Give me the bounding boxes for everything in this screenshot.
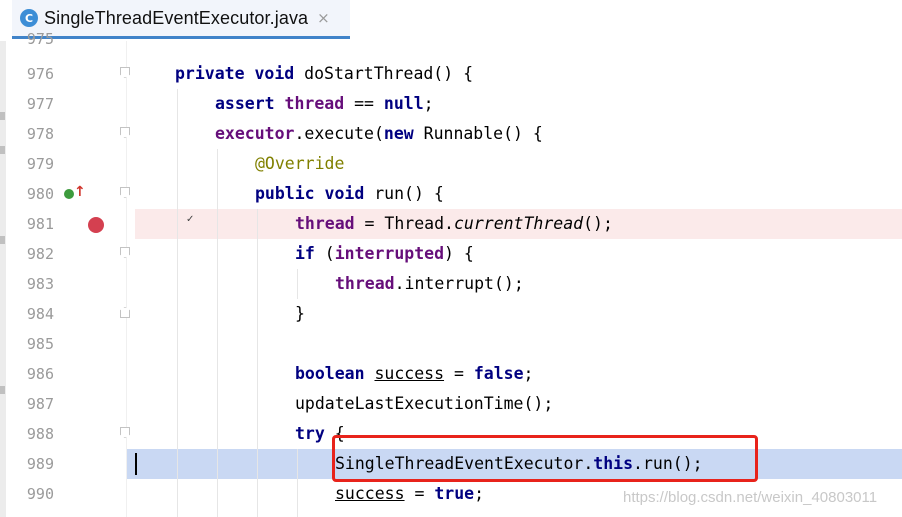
code-line-981: 981 ✓ thread = Thread.currentThread(); bbox=[0, 209, 902, 239]
line-number: 983 bbox=[26, 275, 54, 293]
fold-marker-icon[interactable] bbox=[120, 67, 130, 78]
breakpoint-icon[interactable]: ✓ bbox=[88, 214, 194, 233]
line-number: 977 bbox=[26, 95, 54, 113]
code-line-977: 977 assert thread == null; bbox=[0, 89, 902, 119]
fold-marker-icon[interactable] bbox=[120, 307, 130, 318]
line-number: 990 bbox=[26, 485, 54, 503]
watermark-text: https://blog.csdn.net/weixin_40803011 bbox=[623, 489, 878, 506]
line-number: 976 bbox=[26, 65, 54, 83]
line-number: 988 bbox=[26, 425, 54, 443]
line-number: 987 bbox=[26, 395, 54, 413]
code-text: updateLastExecutionTime(); bbox=[295, 394, 554, 413]
code-text: public void run() { bbox=[255, 184, 444, 203]
fold-marker-icon[interactable] bbox=[120, 187, 130, 198]
line-number: 975 bbox=[26, 33, 54, 45]
code-line-982: 982 if (interrupted) { bbox=[0, 239, 902, 269]
code-text: assert thread == null; bbox=[215, 94, 434, 113]
code-line-983: 983 thread.interrupt(); bbox=[0, 269, 902, 299]
line-number: 981 bbox=[26, 215, 54, 233]
line-number: 989 bbox=[26, 455, 54, 473]
code-text: private void doStartThread() { bbox=[175, 64, 474, 83]
code-text: @Override bbox=[255, 154, 345, 173]
fold-marker-icon[interactable] bbox=[120, 247, 130, 258]
code-line-986: 986 boolean success = false; bbox=[0, 359, 902, 389]
line-number: 985 bbox=[26, 335, 54, 353]
code-line-978: 978 executor.execute(new Runnable() { bbox=[0, 119, 902, 149]
code-text: if (interrupted) { bbox=[295, 244, 474, 263]
close-icon[interactable]: × bbox=[317, 9, 330, 27]
code-line-985: 985 bbox=[0, 329, 902, 359]
code-text: executor.execute(new Runnable() { bbox=[215, 124, 543, 143]
line-number: 979 bbox=[26, 155, 54, 173]
check-icon: ✓ bbox=[186, 214, 195, 225]
code-line-975: 975 bbox=[0, 29, 902, 59]
code-line-976: 976 private void doStartThread() { bbox=[0, 59, 902, 89]
line-number: 982 bbox=[26, 245, 54, 263]
implements-method-icon[interactable] bbox=[64, 189, 74, 199]
highlight-annotation-box bbox=[332, 435, 758, 482]
code-text: } bbox=[295, 304, 305, 323]
code-line-984: 984 } bbox=[0, 299, 902, 329]
java-class-icon: C bbox=[20, 9, 38, 27]
code-text: boolean success = false; bbox=[295, 364, 534, 383]
code-text: thread.interrupt(); bbox=[335, 274, 524, 293]
code-text: success = true; bbox=[335, 484, 485, 503]
code-text: thread = Thread.currentThread(); bbox=[295, 214, 613, 233]
line-number: 984 bbox=[26, 305, 54, 323]
code-line-980: 980 ↑ public void run() { bbox=[0, 179, 902, 209]
override-arrow-icon[interactable]: ↑ bbox=[74, 184, 86, 200]
code-line-979: 979 @Override bbox=[0, 149, 902, 179]
line-number: 978 bbox=[26, 125, 54, 143]
fold-marker-icon[interactable] bbox=[120, 427, 130, 438]
line-number: 980 bbox=[26, 185, 54, 203]
code-line-987: 987 updateLastExecutionTime(); bbox=[0, 389, 902, 419]
fold-marker-icon[interactable] bbox=[120, 127, 130, 138]
line-number: 986 bbox=[26, 365, 54, 383]
file-tab-label: SingleThreadEventExecutor.java bbox=[44, 7, 309, 28]
